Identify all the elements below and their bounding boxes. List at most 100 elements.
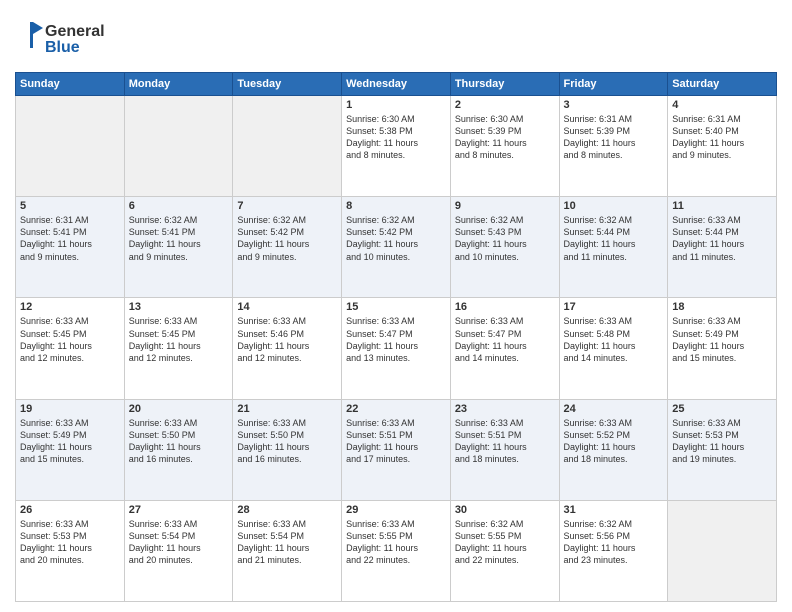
day-number: 20 bbox=[129, 403, 229, 415]
day-info: Sunrise: 6:31 AM Sunset: 5:39 PM Dayligh… bbox=[564, 113, 664, 162]
calendar-cell bbox=[233, 96, 342, 197]
calendar-cell: 28Sunrise: 6:33 AM Sunset: 5:54 PM Dayli… bbox=[233, 500, 342, 601]
calendar-cell: 15Sunrise: 6:33 AM Sunset: 5:47 PM Dayli… bbox=[342, 298, 451, 399]
calendar-cell: 8 Sunrise: 6:32 AM Sunset: 5:42 PM Daylig… bbox=[342, 197, 451, 298]
day-info: Sunrise: 6:33 AM Sunset: 5:51 PM Dayligh… bbox=[455, 417, 555, 466]
page: General Blue SundayMondayTuesdayWednesda… bbox=[0, 0, 792, 612]
calendar-cell: 9 Sunrise: 6:32 AM Sunset: 5:43 PM Daylig… bbox=[450, 197, 559, 298]
calendar-cell: 14 Sunrise: 6:33 AM Sunset: 5:46 PM Dayli… bbox=[233, 298, 342, 399]
weekday-header-wednesday: Wednesday bbox=[342, 73, 451, 96]
calendar-cell: 4Sunrise: 6:31 AM Sunset: 5:40 PM Daylig… bbox=[668, 96, 777, 197]
calendar-cell: 11 Sunrise: 6:33 AM Sunset: 5:44 PM Dayli… bbox=[668, 197, 777, 298]
calendar-cell: 21 Sunrise: 6:33 AM Sunset: 5:50 PM Dayli… bbox=[233, 399, 342, 500]
calendar-week-1: 1Sunrise: 6:30 AM Sunset: 5:38 PM Daylig… bbox=[16, 96, 777, 197]
calendar-cell: 2 Sunrise: 6:30 AM Sunset: 5:39 PM Daylig… bbox=[450, 96, 559, 197]
day-info: Sunrise: 6:33 AM Sunset: 5:45 PM Dayligh… bbox=[129, 315, 229, 364]
logo-svg: General Blue bbox=[15, 14, 125, 59]
calendar-week-5: 26 Sunrise: 6:33 AM Sunset: 5:53 PM Dayli… bbox=[16, 500, 777, 601]
day-number: 8 bbox=[346, 200, 446, 212]
day-number: 27 bbox=[129, 504, 229, 516]
logo: General Blue bbox=[15, 14, 125, 64]
day-number: 10 bbox=[564, 200, 664, 212]
calendar-cell: 23 Sunrise: 6:33 AM Sunset: 5:51 PM Dayli… bbox=[450, 399, 559, 500]
day-number: 21 bbox=[237, 403, 337, 415]
day-number: 11 bbox=[672, 200, 772, 212]
calendar-cell: 22Sunrise: 6:33 AM Sunset: 5:51 PM Dayli… bbox=[342, 399, 451, 500]
day-number: 23 bbox=[455, 403, 555, 415]
day-info: Sunrise: 6:33 AM Sunset: 5:44 PM Dayligh… bbox=[672, 214, 772, 263]
day-number: 3 bbox=[564, 99, 664, 111]
day-info: Sunrise: 6:30 AM Sunset: 5:38 PM Dayligh… bbox=[346, 113, 446, 162]
calendar-table: SundayMondayTuesdayWednesdayThursdayFrid… bbox=[15, 72, 777, 602]
header: General Blue bbox=[15, 10, 777, 64]
calendar-cell: 16Sunrise: 6:33 AM Sunset: 5:47 PM Dayli… bbox=[450, 298, 559, 399]
weekday-header-monday: Monday bbox=[124, 73, 233, 96]
calendar-cell: 26 Sunrise: 6:33 AM Sunset: 5:53 PM Dayli… bbox=[16, 500, 125, 601]
calendar-cell: 17 Sunrise: 6:33 AM Sunset: 5:48 PM Dayli… bbox=[559, 298, 668, 399]
day-info: Sunrise: 6:33 AM Sunset: 5:51 PM Dayligh… bbox=[346, 417, 446, 466]
calendar-cell: 20 Sunrise: 6:33 AM Sunset: 5:50 PM Dayli… bbox=[124, 399, 233, 500]
calendar-cell: 30 Sunrise: 6:32 AM Sunset: 5:55 PM Dayli… bbox=[450, 500, 559, 601]
day-info: Sunrise: 6:33 AM Sunset: 5:47 PM Dayligh… bbox=[346, 315, 446, 364]
day-info: Sunrise: 6:30 AM Sunset: 5:39 PM Dayligh… bbox=[455, 113, 555, 162]
calendar-cell: 5Sunrise: 6:31 AM Sunset: 5:41 PM Daylig… bbox=[16, 197, 125, 298]
calendar-cell bbox=[16, 96, 125, 197]
day-info: Sunrise: 6:32 AM Sunset: 5:44 PM Dayligh… bbox=[564, 214, 664, 263]
weekday-header-thursday: Thursday bbox=[450, 73, 559, 96]
day-number: 13 bbox=[129, 301, 229, 313]
day-number: 31 bbox=[564, 504, 664, 516]
day-number: 16 bbox=[455, 301, 555, 313]
weekday-header-friday: Friday bbox=[559, 73, 668, 96]
day-info: Sunrise: 6:33 AM Sunset: 5:53 PM Dayligh… bbox=[20, 518, 120, 567]
day-number: 2 bbox=[455, 99, 555, 111]
day-number: 24 bbox=[564, 403, 664, 415]
day-number: 25 bbox=[672, 403, 772, 415]
calendar-week-3: 12Sunrise: 6:33 AM Sunset: 5:45 PM Dayli… bbox=[16, 298, 777, 399]
day-info: Sunrise: 6:32 AM Sunset: 5:42 PM Dayligh… bbox=[346, 214, 446, 263]
day-number: 14 bbox=[237, 301, 337, 313]
calendar-cell: 6 Sunrise: 6:32 AM Sunset: 5:41 PM Daylig… bbox=[124, 197, 233, 298]
day-info: Sunrise: 6:32 AM Sunset: 5:41 PM Dayligh… bbox=[129, 214, 229, 263]
day-number: 19 bbox=[20, 403, 120, 415]
calendar-cell: 7 Sunrise: 6:32 AM Sunset: 5:42 PM Daylig… bbox=[233, 197, 342, 298]
day-number: 7 bbox=[237, 200, 337, 212]
day-number: 30 bbox=[455, 504, 555, 516]
day-info: Sunrise: 6:33 AM Sunset: 5:50 PM Dayligh… bbox=[129, 417, 229, 466]
day-info: Sunrise: 6:33 AM Sunset: 5:52 PM Dayligh… bbox=[564, 417, 664, 466]
day-number: 17 bbox=[564, 301, 664, 313]
day-number: 29 bbox=[346, 504, 446, 516]
calendar-cell: 31Sunrise: 6:32 AM Sunset: 5:56 PM Dayli… bbox=[559, 500, 668, 601]
calendar-cell bbox=[124, 96, 233, 197]
calendar-cell: 10 Sunrise: 6:32 AM Sunset: 5:44 PM Dayli… bbox=[559, 197, 668, 298]
calendar-cell: 24 Sunrise: 6:33 AM Sunset: 5:52 PM Dayli… bbox=[559, 399, 668, 500]
weekday-header-row: SundayMondayTuesdayWednesdayThursdayFrid… bbox=[16, 73, 777, 96]
day-number: 28 bbox=[237, 504, 337, 516]
day-info: Sunrise: 6:33 AM Sunset: 5:45 PM Dayligh… bbox=[20, 315, 120, 364]
weekday-header-tuesday: Tuesday bbox=[233, 73, 342, 96]
day-number: 18 bbox=[672, 301, 772, 313]
day-info: Sunrise: 6:33 AM Sunset: 5:46 PM Dayligh… bbox=[237, 315, 337, 364]
day-info: Sunrise: 6:33 AM Sunset: 5:49 PM Dayligh… bbox=[20, 417, 120, 466]
day-info: Sunrise: 6:32 AM Sunset: 5:42 PM Dayligh… bbox=[237, 214, 337, 263]
calendar-cell: 18 Sunrise: 6:33 AM Sunset: 5:49 PM Dayli… bbox=[668, 298, 777, 399]
calendar-cell: 29Sunrise: 6:33 AM Sunset: 5:55 PM Dayli… bbox=[342, 500, 451, 601]
weekday-header-sunday: Sunday bbox=[16, 73, 125, 96]
svg-text:Blue: Blue bbox=[45, 39, 80, 56]
day-number: 4 bbox=[672, 99, 772, 111]
calendar-cell: 1Sunrise: 6:30 AM Sunset: 5:38 PM Daylig… bbox=[342, 96, 451, 197]
day-info: Sunrise: 6:33 AM Sunset: 5:49 PM Dayligh… bbox=[672, 315, 772, 364]
calendar-cell: 13 Sunrise: 6:33 AM Sunset: 5:45 PM Dayli… bbox=[124, 298, 233, 399]
day-info: Sunrise: 6:33 AM Sunset: 5:50 PM Dayligh… bbox=[237, 417, 337, 466]
weekday-header-saturday: Saturday bbox=[668, 73, 777, 96]
day-number: 5 bbox=[20, 200, 120, 212]
day-number: 26 bbox=[20, 504, 120, 516]
day-info: Sunrise: 6:33 AM Sunset: 5:48 PM Dayligh… bbox=[564, 315, 664, 364]
day-info: Sunrise: 6:32 AM Sunset: 5:43 PM Dayligh… bbox=[455, 214, 555, 263]
day-info: Sunrise: 6:32 AM Sunset: 5:55 PM Dayligh… bbox=[455, 518, 555, 567]
calendar-cell: 27Sunrise: 6:33 AM Sunset: 5:54 PM Dayli… bbox=[124, 500, 233, 601]
calendar-week-2: 5Sunrise: 6:31 AM Sunset: 5:41 PM Daylig… bbox=[16, 197, 777, 298]
day-number: 6 bbox=[129, 200, 229, 212]
logo-block: General Blue bbox=[15, 14, 125, 64]
day-info: Sunrise: 6:33 AM Sunset: 5:53 PM Dayligh… bbox=[672, 417, 772, 466]
day-number: 9 bbox=[455, 200, 555, 212]
